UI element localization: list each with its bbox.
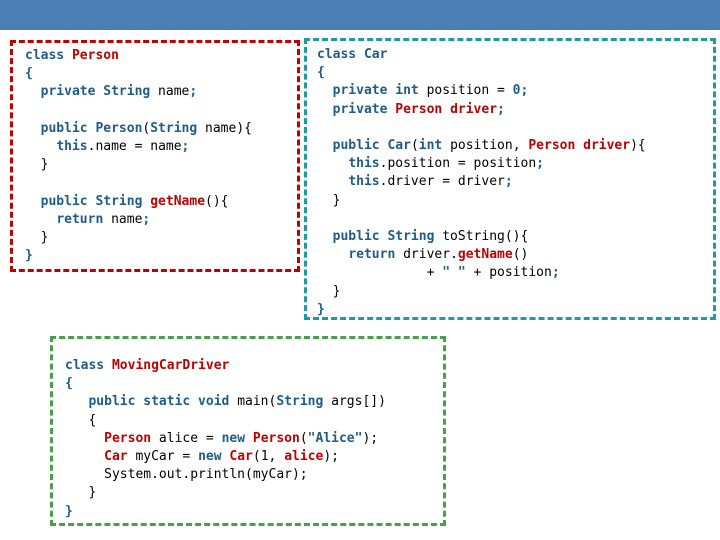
car-class-code: class Car { private int position = 0; pr… [317, 47, 646, 317]
slide: class Person { private String name; publ… [0, 0, 720, 540]
car-class-code-box: class Car { private int position = 0; pr… [304, 38, 716, 320]
moving-car-driver-class-code-box: class MovingCarDriver { public static vo… [50, 336, 446, 526]
person-class-code-box: class Person { private String name; publ… [10, 40, 300, 272]
moving-car-driver-class-code: class MovingCarDriver { public static vo… [65, 358, 386, 519]
slide-top-bar [0, 0, 720, 30]
person-class-code: class Person { private String name; publ… [25, 48, 252, 264]
